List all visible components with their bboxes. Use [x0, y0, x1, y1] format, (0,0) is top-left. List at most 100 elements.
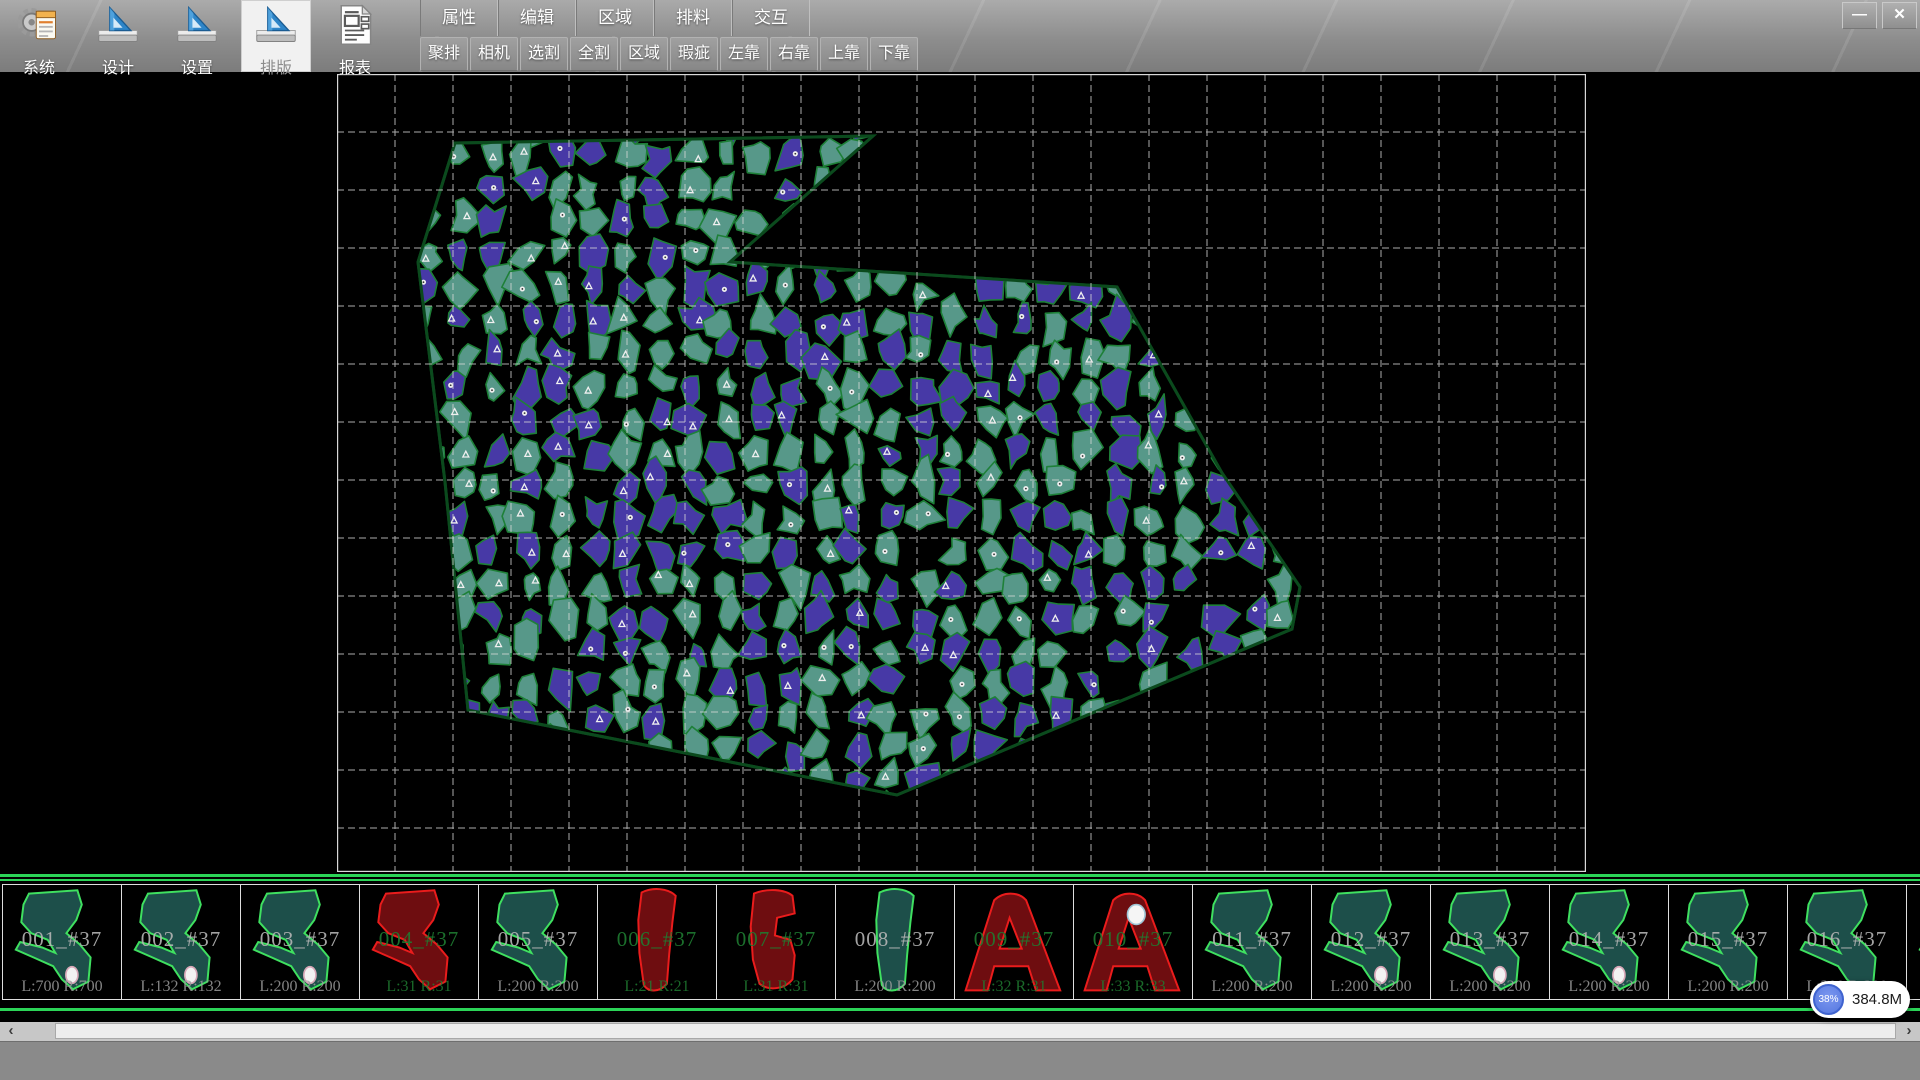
minimize-button[interactable]: — [1842, 2, 1877, 29]
part-thumbnail-9[interactable]: 009_#37 L:32 R:31 [954, 884, 1074, 1000]
part-thumbnail-15[interactable]: 015_#37 L:200 R:200 [1668, 884, 1788, 1000]
part-thumbnail-5[interactable]: 005_#37 L:200 R:200 [478, 884, 598, 1000]
nav-button-2[interactable]: 设计 [83, 0, 153, 72]
nav-button-label: 设置 [181, 54, 213, 78]
part-lr-count: L:200 R:200 [836, 978, 954, 996]
tool-button-1[interactable]: 聚排 [420, 37, 468, 71]
part-lr-count: L:200 R:200 [1431, 978, 1549, 996]
part-name: 017_#37 [1907, 927, 1920, 952]
part-thumbnail-11[interactable]: 011_#37 L:200 R:200 [1192, 884, 1312, 1000]
part-lr-count: L:31 R:31 [717, 978, 835, 996]
nav-button-label: 系统 [23, 54, 55, 78]
nav-button-1[interactable]: 系统 [4, 0, 74, 72]
part-thumbnail-13[interactable]: 013_#37 L:200 R:200 [1430, 884, 1550, 1000]
part-thumbnail-8[interactable]: 008_#37 L:200 R:200 [835, 884, 955, 1000]
part-name: 007_#37 [717, 927, 835, 952]
toolbar: 系统 设计 设置 排版 报表 属性编辑区域 [0, 0, 1920, 73]
tool-button-5[interactable]: 区域 [620, 37, 668, 71]
system-icon [17, 0, 61, 52]
tool-button-4[interactable]: 全割 [570, 37, 618, 71]
part-lr-count: L:200 R:200 [1312, 978, 1430, 996]
part-lr-count: L:700 R:700 [3, 978, 121, 996]
menu-tab-2[interactable]: 编辑 [498, 0, 576, 36]
status-bar [0, 1041, 1920, 1080]
part-thumbnail-2[interactable]: 002_#37 L:132 R:132 [121, 884, 241, 1000]
nav-button-label: 报表 [339, 54, 371, 78]
part-thumbnail-12[interactable]: 012_#37 L:200 R:200 [1311, 884, 1431, 1000]
settings-icon [175, 0, 219, 52]
nav-button-label: 排版 [260, 54, 292, 78]
report-icon [333, 0, 377, 52]
scroll-left-arrow[interactable]: ‹ [0, 1022, 22, 1041]
part-lr-count: L:31 R:31 [360, 978, 478, 996]
close-button[interactable]: ✕ [1882, 2, 1917, 29]
part-name: 008_#37 [836, 927, 954, 952]
nav-button-4[interactable]: 排版 [241, 0, 311, 72]
strip-separator-top [0, 874, 1920, 883]
nav-button-5[interactable]: 报表 [320, 0, 390, 72]
scroll-right-arrow[interactable]: › [1898, 1022, 1920, 1041]
tool-button-7[interactable]: 左靠 [720, 37, 768, 71]
part-name: 012_#37 [1312, 927, 1430, 952]
memory-percent-label: 38% [1818, 994, 1838, 1005]
part-name: 016_#37 [1788, 927, 1906, 952]
tool-button-2[interactable]: 相机 [470, 37, 518, 71]
canvas-area [0, 72, 1920, 874]
part-lr-count: L:200 R:200 [1193, 978, 1311, 996]
menu-tab-row: 属性编辑区域排料交互 [420, 0, 920, 36]
part-thumbnail-1[interactable]: 001_#37 L:700 R:700 [2, 884, 122, 1000]
main-nav: 系统 设计 设置 排版 报表 [4, 0, 399, 72]
part-lr-count: L:33 R:33 [1074, 978, 1192, 996]
strip-separator-bottom [0, 1008, 1920, 1011]
tool-button-3[interactable]: 选割 [520, 37, 568, 71]
tool-button-10[interactable]: 下靠 [870, 37, 918, 71]
app-window: 系统 设计 设置 排版 报表 属性编辑区域 [0, 0, 1920, 1080]
menu-area: 属性编辑区域排料交互 聚排相机选割全割区域瑕疵左靠右靠上靠下靠 [420, 0, 920, 71]
part-lr-count: L:200 R:200 [241, 978, 359, 996]
tool-button-row: 聚排相机选割全割区域瑕疵左靠右靠上靠下靠 [420, 36, 920, 71]
tool-button-8[interactable]: 右靠 [770, 37, 818, 71]
nesting-canvas[interactable] [337, 74, 1586, 872]
part-thumbnail-6[interactable]: 006_#37 L:21 R:21 [597, 884, 717, 1000]
nesting-icon [254, 0, 298, 52]
menu-tab-1[interactable]: 属性 [420, 0, 498, 36]
menu-tab-4[interactable]: 排料 [654, 0, 732, 36]
horizontal-scrollbar[interactable]: ‹ › [0, 1022, 1920, 1041]
nav-button-label: 设计 [102, 54, 134, 78]
part-lr-count: L:200 R:200 [1669, 978, 1787, 996]
part-name: 015_#37 [1669, 927, 1787, 952]
part-lr-count: L:21 R:21 [598, 978, 716, 996]
part-name: 006_#37 [598, 927, 716, 952]
part-thumbnail-10[interactable]: 010_#37 L:33 R:33 [1073, 884, 1193, 1000]
part-name: 009_#37 [955, 927, 1073, 952]
nav-button-3[interactable]: 设置 [162, 0, 232, 72]
part-name: 005_#37 [479, 927, 597, 952]
part-thumbnail-7[interactable]: 007_#37 L:31 R:31 [716, 884, 836, 1000]
part-name: 004_#37 [360, 927, 478, 952]
part-name: 010_#37 [1074, 927, 1192, 952]
memory-badge: 38% 384.8M [1810, 981, 1910, 1018]
part-name: 002_#37 [122, 927, 240, 952]
part-thumbnail-4[interactable]: 004_#37 L:31 R:31 [359, 884, 479, 1000]
memory-percent-indicator: 38% [1813, 984, 1844, 1015]
part-name: 013_#37 [1431, 927, 1549, 952]
part-lr-count: L:200 R:200 [479, 978, 597, 996]
menu-tab-3[interactable]: 区域 [576, 0, 654, 36]
window-controls: — ✕ [1842, 2, 1917, 29]
part-name: 011_#37 [1193, 927, 1311, 952]
part-lr-count: L:200 R:200 [1550, 978, 1668, 996]
tool-button-6[interactable]: 瑕疵 [670, 37, 718, 71]
parts-strip: 001_#37 L:700 R:700 002_#37 L:132 R:132 … [0, 884, 1920, 1004]
part-lr-count: L:32 R:31 [955, 978, 1073, 996]
part-thumbnail-3[interactable]: 003_#37 L:200 R:200 [240, 884, 360, 1000]
part-thumbnail-17[interactable]: 017_#37 L:200 R:200 [1906, 884, 1920, 1000]
menu-tab-5[interactable]: 交互 [732, 0, 810, 36]
scrollbar-thumb[interactable] [55, 1023, 1896, 1039]
memory-usage-label: 384.8M [1852, 991, 1902, 1008]
part-lr-count: L:132 R:132 [122, 978, 240, 996]
part-name: 001_#37 [3, 927, 121, 952]
tool-button-9[interactable]: 上靠 [820, 37, 868, 71]
design-icon [96, 0, 140, 52]
part-thumbnail-14[interactable]: 014_#37 L:200 R:200 [1549, 884, 1669, 1000]
part-name: 003_#37 [241, 927, 359, 952]
